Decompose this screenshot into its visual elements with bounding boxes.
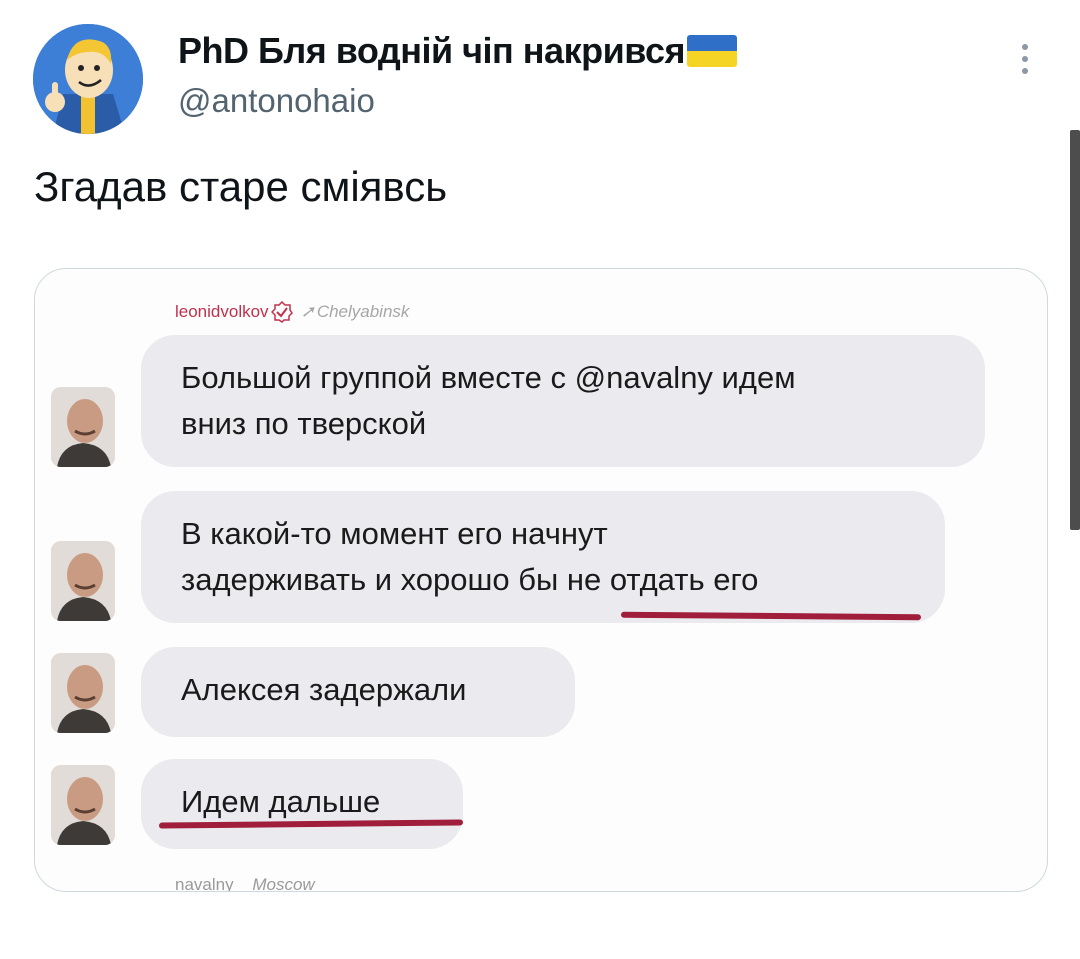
message-bubble: Алексея задержали [141, 647, 575, 737]
next-chat-header: navalny Moscow [175, 875, 315, 892]
location-arrow-icon: ➚ [300, 302, 315, 321]
sender-avatar [51, 387, 115, 467]
person-photo-icon [51, 653, 115, 733]
chat-username: leonidvolkov [175, 302, 269, 321]
message-line: В какой-то момент его начнут [181, 516, 608, 551]
user-handle[interactable]: @antonohaio [178, 82, 375, 120]
message-bubble: Идем дальше [141, 759, 463, 849]
person-photo-icon [51, 765, 115, 845]
person-photo-icon [51, 541, 115, 621]
sender-avatar [51, 765, 115, 845]
chat-header: leonidvolkov ➚ Chelyabinsk [175, 301, 409, 323]
verified-badge-icon [270, 301, 293, 323]
message-line: Идем дальше [181, 784, 381, 819]
person-photo-icon [51, 387, 115, 467]
sender-avatar [51, 541, 115, 621]
message-line: вниз по тверской [181, 406, 427, 441]
more-vertical-icon[interactable] [1013, 44, 1037, 84]
ukraine-flag-icon [686, 35, 737, 67]
message-bubble: Большой группой вместе с @navalny идем в… [141, 335, 985, 467]
message-line: Большой группой вместе с @navalny идем [181, 360, 796, 395]
scrollbar[interactable] [1070, 130, 1080, 530]
next-chat-username: navalny [175, 875, 234, 892]
sender-avatar [51, 653, 115, 733]
message-line: Алексея задержали [181, 672, 467, 707]
next-chat-location: Moscow [252, 875, 315, 892]
tweet-media-image[interactable]: leonidvolkov ➚ Chelyabinsk Большой групп… [34, 268, 1048, 892]
message-bubble: В какой-то момент его начнут задерживать… [141, 491, 945, 623]
vault-boy-avatar-icon [33, 24, 143, 134]
display-name-text: PhD Бля водній чіп накрився [178, 30, 685, 71]
message-line: задерживать и хорошо бы не отдать его [181, 562, 759, 597]
profile-avatar[interactable] [33, 24, 143, 134]
chat-location: Chelyabinsk [316, 302, 410, 321]
tweet-text: Згадав старе сміявсь [34, 163, 448, 210]
display-name[interactable]: PhD Бля водній чіп накрився [178, 30, 737, 72]
